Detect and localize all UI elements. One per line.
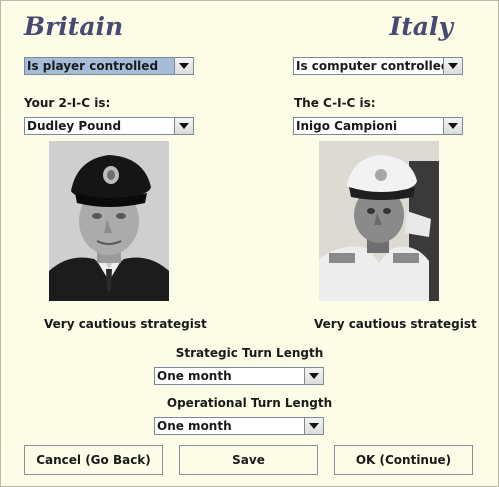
italy-commander-select[interactable]: Inigo Campioni [293,117,463,135]
britain-commander-value: Dudley Pound [27,119,122,133]
cancel-button[interactable]: Cancel (Go Back) [24,445,163,475]
italy-control-select[interactable]: Is computer controlled [293,57,463,75]
chevron-down-icon[interactable] [304,368,323,384]
britain-commander-select[interactable]: Dudley Pound [24,117,194,135]
chevron-down-icon[interactable] [304,418,323,434]
strategic-turn-label: Strategic Turn Length [175,346,324,360]
britain-commander-portrait [49,141,169,301]
operational-turn-value: One month [157,419,232,433]
chevron-down-icon[interactable] [443,118,462,134]
britain-title: Britain [24,12,124,41]
ok-button[interactable]: OK (Continue) [334,445,473,475]
britain-control-value: Is player controlled [25,58,174,74]
chevron-down-icon[interactable] [174,118,193,134]
strategic-turn-select[interactable]: One month [154,367,324,385]
britain-control-select[interactable]: Is player controlled [24,57,194,75]
strategic-turn-value: One month [157,369,232,383]
britain-strategist-text: Very cautious strategist [44,317,207,331]
operational-turn-select[interactable]: One month [154,417,324,435]
italy-title: Italy [389,12,453,41]
italy-commander-portrait [319,141,439,301]
save-button[interactable]: Save [179,445,318,475]
italy-commander-label: The C-I-C is: [294,96,376,110]
operational-turn-label: Operational Turn Length [166,396,333,410]
italy-strategist-text: Very cautious strategist [314,317,477,331]
chevron-down-icon[interactable] [174,58,193,74]
britain-commander-label: Your 2-I-C is: [24,96,111,110]
italy-commander-value: Inigo Campioni [296,119,398,133]
italy-control-value: Is computer controlled [296,59,443,73]
chevron-down-icon[interactable] [443,58,462,74]
